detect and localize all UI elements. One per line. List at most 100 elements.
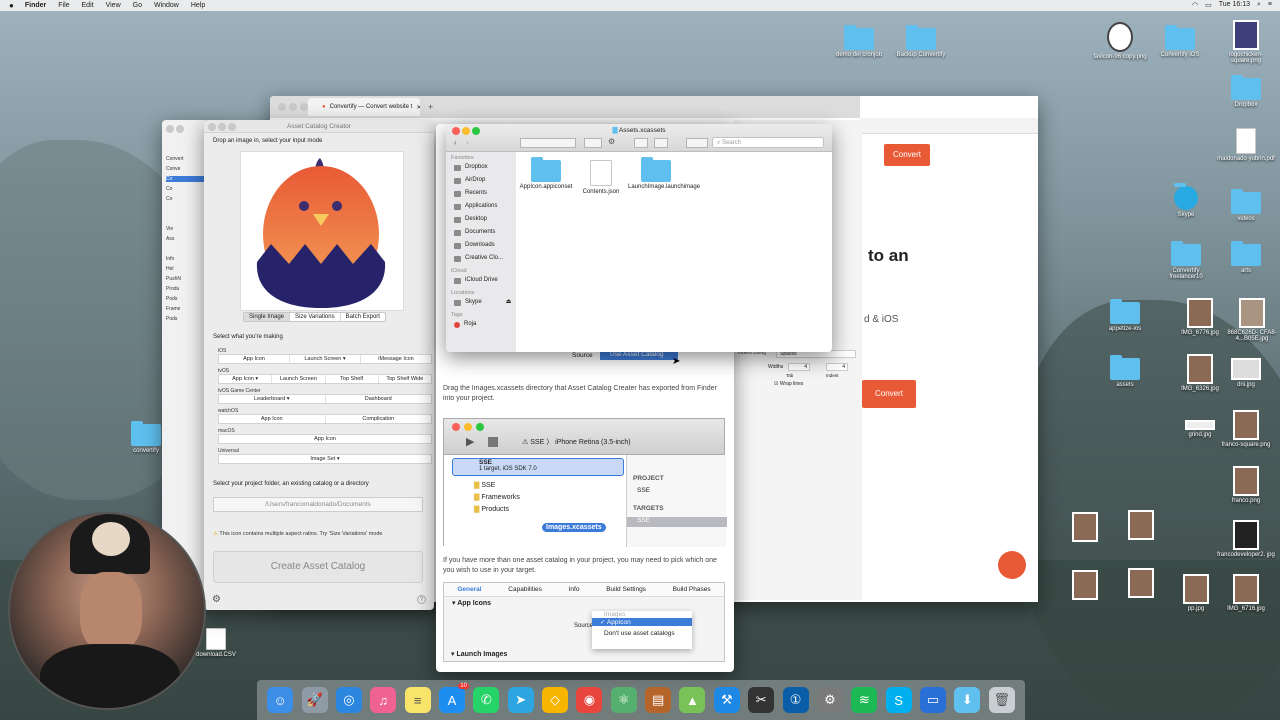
- ios-launch-screen-button[interactable]: Launch Screen ▾: [290, 355, 361, 363]
- convert-button-secondary[interactable]: Convert: [862, 380, 916, 408]
- tvos-launch-screen-button[interactable]: Launch Screen: [272, 375, 326, 383]
- sidebar-item-icloud-drive[interactable]: iCloud Drive: [446, 274, 516, 287]
- desktop-icon[interactable]: Convertify freelancer10: [1156, 241, 1216, 280]
- sidebar-item-tag-roja[interactable]: Roja: [446, 318, 516, 331]
- sketch-icon[interactable]: ◇: [542, 687, 569, 713]
- finder-item[interactable]: AppIcon.appiconset: [518, 157, 574, 190]
- telegram-icon[interactable]: ➤: [507, 687, 534, 713]
- complication-button[interactable]: Complication: [326, 415, 432, 423]
- sidebar-item-documents[interactable]: Documents: [446, 226, 516, 239]
- image-drop-zone[interactable]: [240, 151, 404, 311]
- menu-app-name[interactable]: Finder: [25, 2, 46, 9]
- filezilla-icon[interactable]: ▤: [645, 687, 672, 713]
- gear-icon[interactable]: ⚙: [212, 594, 221, 605]
- apple-icon[interactable]: ●: [9, 1, 14, 10]
- whatsapp-icon[interactable]: ✆: [473, 687, 500, 713]
- nav-item[interactable]: Produ: [166, 286, 179, 292]
- xcode-icon[interactable]: ⚒: [713, 687, 740, 713]
- zoom-button[interactable]: [300, 103, 308, 111]
- battery-icon[interactable]: ▭: [1205, 1, 1212, 9]
- wrap-lines-checkbox[interactable]: ☑ Wrap lines: [774, 381, 803, 387]
- desktop-icon[interactable]: franco-square.png: [1216, 410, 1276, 448]
- close-button[interactable]: [208, 123, 216, 131]
- menu-file[interactable]: File: [58, 2, 69, 9]
- finder-icon[interactable]: ☺: [267, 687, 294, 713]
- desktop-icon[interactable]: francodeveloper2. jpg: [1216, 520, 1276, 558]
- sidebar-item-applications[interactable]: Applications: [446, 200, 516, 213]
- nav-item-selected[interactable]: Co: [166, 176, 206, 182]
- system-prefs-icon[interactable]: ⚙: [816, 687, 843, 713]
- browser-tab[interactable]: ● Convertify — Convert website t ✕: [308, 98, 420, 116]
- menu-view[interactable]: View: [106, 2, 121, 9]
- minimize-button[interactable]: [289, 103, 297, 111]
- desktop-icon[interactable]: assets: [1095, 355, 1155, 388]
- leaderboard-button[interactable]: Leaderboard ▾: [219, 395, 326, 403]
- zoom-button[interactable]: [228, 123, 236, 131]
- menu-help[interactable]: Help: [191, 2, 205, 9]
- nav-item[interactable]: Pods: [166, 316, 177, 322]
- close-tab-icon[interactable]: ✕: [416, 104, 420, 111]
- appstore-icon[interactable]: A 10: [438, 683, 469, 713]
- nav-item[interactable]: Hel: [166, 266, 174, 272]
- chrome-icon[interactable]: ◉: [576, 687, 603, 713]
- itunes-icon[interactable]: ♫: [370, 687, 397, 713]
- close-button[interactable]: [166, 125, 174, 133]
- desktop-icon[interactable]: Backup Convertify: [891, 25, 951, 58]
- nav-item[interactable]: Ass: [166, 236, 174, 242]
- nav-item[interactable]: Co: [166, 196, 172, 202]
- clock[interactable]: Tue 16:13: [1219, 1, 1250, 9]
- desktop-icon[interactable]: videos: [1216, 189, 1276, 222]
- nav-item[interactable]: Pods: [166, 296, 177, 302]
- desktop-icon[interactable]: logochicken- square.png: [1216, 20, 1276, 64]
- sidebar-item-recents[interactable]: Recents: [446, 187, 516, 200]
- dropbox-toolbar-icon[interactable]: [686, 138, 708, 148]
- 1password-icon[interactable]: ①: [782, 687, 809, 713]
- atom-icon[interactable]: ⚛: [610, 687, 637, 713]
- sidebar-item-skype[interactable]: Skype ⏏: [446, 296, 516, 309]
- simulator-icon[interactable]: ▭: [920, 687, 946, 713]
- desktop-icon[interactable]: demo del cronjob: [829, 25, 889, 58]
- finder-item[interactable]: LaunchImage.launchimage: [628, 157, 700, 190]
- close-button[interactable]: [278, 103, 286, 111]
- view-mode-control[interactable]: [520, 138, 576, 148]
- nav-item[interactable]: Frame: [166, 306, 180, 312]
- tvos-top-shelf-button[interactable]: Top Shelf: [326, 375, 379, 383]
- desktop-icon[interactable]: Dropbox: [1216, 75, 1276, 108]
- ios-imessage-icon-button[interactable]: iMessage Icon: [361, 355, 431, 363]
- desktop-icon[interactable]: IMG_6716.jpg: [1216, 574, 1276, 612]
- mode-single-image[interactable]: Single Image: [244, 313, 291, 321]
- new-tab-icon[interactable]: +: [428, 102, 433, 112]
- nav-item[interactable]: Conve: [166, 166, 180, 172]
- mode-batch-export[interactable]: Batch Export: [341, 313, 385, 321]
- notification-icon[interactable]: ≡: [1268, 1, 1272, 9]
- indent-width-field[interactable]: 4: [826, 363, 848, 371]
- arrange-icon[interactable]: [584, 138, 602, 148]
- nav-item[interactable]: Convert: [166, 156, 184, 162]
- forward-icon[interactable]: ›: [466, 138, 469, 147]
- image-set-button[interactable]: Image Set ▾: [219, 455, 431, 463]
- sidebar-item-dropbox[interactable]: Dropbox: [446, 161, 516, 174]
- menu-edit[interactable]: Edit: [82, 2, 94, 9]
- sidebar-item-airdrop[interactable]: AirDrop: [446, 174, 516, 187]
- desktop-icon[interactable]: favicon-96 copy.png: [1090, 22, 1150, 60]
- share-icon[interactable]: [634, 138, 648, 148]
- spotify-icon[interactable]: ≋: [851, 687, 878, 713]
- desktop-icon[interactable]: 868C626D- CFA8-4...B05E.jpg: [1222, 298, 1280, 342]
- tvos-top-shelf-wide-button[interactable]: Top Shelf Wide: [379, 375, 431, 383]
- desktop-icon[interactable]: franco.png: [1216, 466, 1276, 504]
- downloads-icon[interactable]: ⬇: [954, 687, 981, 713]
- desktop-icon[interactable]: Skype: [1156, 183, 1216, 218]
- source-select[interactable]: Use Asset Catalog: [600, 351, 678, 360]
- tab-width-field[interactable]: 4: [788, 363, 810, 371]
- launchpad-icon[interactable]: 🚀: [301, 687, 328, 713]
- project-path-field[interactable]: /Users/francomaldonado/Documents: [213, 497, 423, 512]
- chat-bubble-icon[interactable]: [998, 551, 1026, 579]
- trash-icon[interactable]: 🗑: [988, 687, 1015, 713]
- help-icon[interactable]: ?: [417, 595, 426, 604]
- create-asset-catalog-button[interactable]: Create Asset Catalog: [213, 551, 423, 583]
- finder-item[interactable]: Contents.json: [573, 160, 629, 195]
- ios-app-icon-button[interactable]: App Icon: [219, 355, 290, 363]
- menu-window[interactable]: Window: [154, 2, 179, 9]
- desktop-icon[interactable]: arts: [1216, 241, 1276, 274]
- sidebar-item-downloads[interactable]: Downloads: [446, 239, 516, 252]
